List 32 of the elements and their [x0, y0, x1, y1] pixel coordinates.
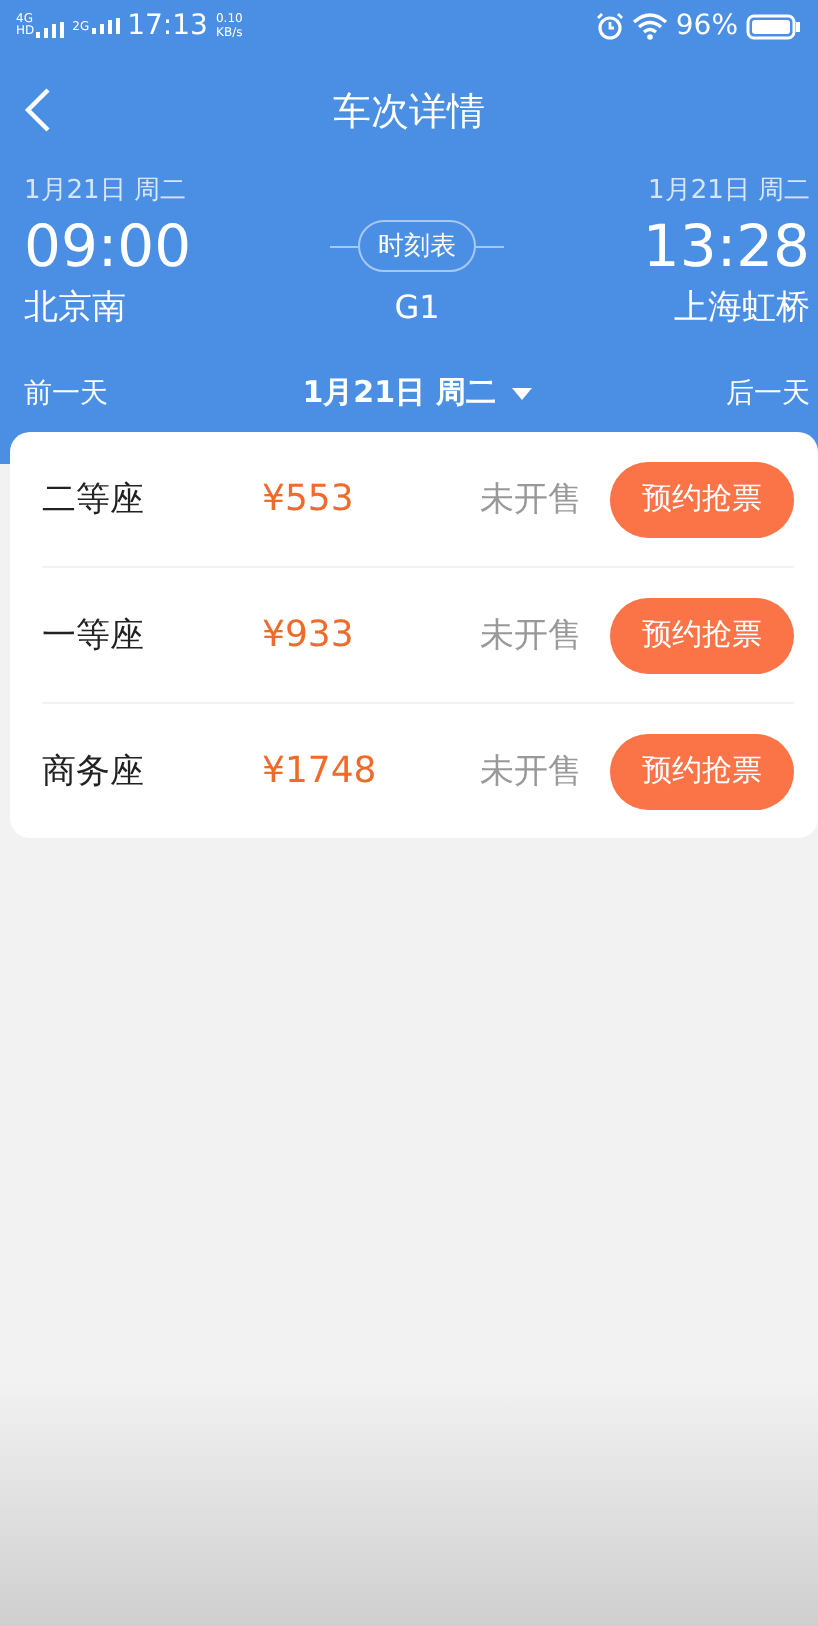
- date-selector[interactable]: 1月21日 周二: [302, 374, 532, 412]
- departure-time: 09:00: [24, 210, 192, 284]
- sale-status: 未开售: [478, 478, 584, 522]
- alarm-icon: [595, 12, 624, 40]
- timetable-button[interactable]: 时刻表: [358, 220, 476, 272]
- arrival-date: 1月21日 周二: [648, 174, 810, 208]
- reserve-button[interactable]: 预约抢票: [610, 597, 794, 673]
- arrival-station: 上海虹桥: [674, 286, 810, 330]
- battery-percent: 96%: [675, 10, 738, 42]
- seat-class: 二等座: [42, 478, 146, 522]
- previous-day-button[interactable]: 前一天: [24, 375, 108, 411]
- next-day-button[interactable]: 后一天: [725, 375, 810, 411]
- departure-date: 1月21日 周二: [24, 174, 188, 208]
- train-number: G1: [394, 288, 440, 326]
- page-title: 车次详情: [333, 88, 485, 138]
- departure-station: 北京南: [24, 286, 128, 330]
- seat-price: ¥553: [262, 478, 356, 520]
- seat-class: 一等座: [42, 614, 146, 658]
- battery-icon: [746, 13, 802, 39]
- arrival-time: 13:28: [642, 210, 810, 284]
- wifi-icon: [631, 12, 668, 40]
- dropdown-caret-icon: [511, 387, 532, 399]
- clock: 17:13: [127, 10, 208, 42]
- seat-price: ¥1748: [262, 750, 379, 792]
- reserve-button[interactable]: 预约抢票: [610, 461, 794, 537]
- reserve-button[interactable]: 预约抢票: [610, 733, 794, 809]
- sale-status: 未开售: [478, 750, 584, 794]
- sale-status: 未开售: [478, 614, 584, 658]
- signal-icon: [36, 22, 65, 38]
- seat-class: 商务座: [42, 750, 146, 794]
- signal-icon: [91, 18, 120, 34]
- seat-price: ¥933: [262, 614, 356, 656]
